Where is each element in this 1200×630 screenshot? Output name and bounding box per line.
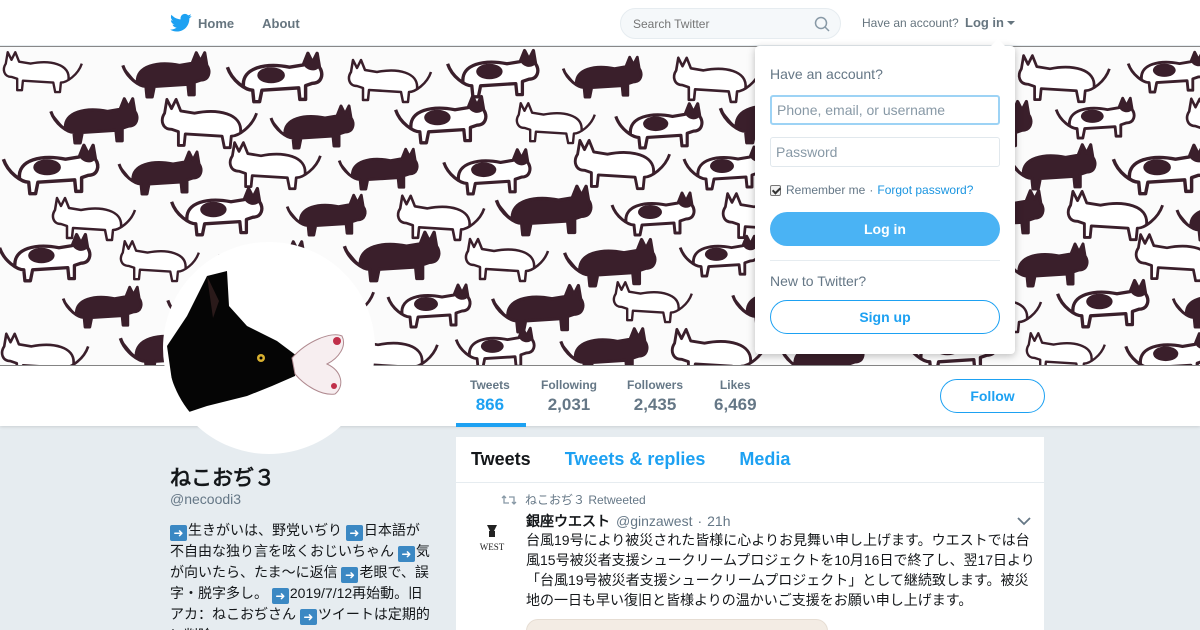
about-link[interactable]: About (262, 16, 300, 31)
stat-tweets[interactable]: Tweets 866 (470, 378, 510, 415)
remember-me-label[interactable]: Remember me (786, 183, 865, 197)
twitter-bird-icon (170, 13, 192, 32)
tab-tweets-and-replies[interactable]: Tweets & replies (565, 449, 706, 470)
login-label: Log in (965, 15, 1004, 30)
tweet-header: 銀座ウエスト @ginzawest · 21h (526, 511, 731, 531)
follow-button[interactable]: Follow (940, 379, 1045, 413)
nav-left: Home About (170, 0, 328, 46)
arrow-right-icon: ➜ (299, 609, 317, 625)
login-dropdown-toggle[interactable]: Log in (965, 15, 1015, 30)
retweet-icon (501, 494, 517, 505)
arrow-right-icon: ➜ (397, 546, 415, 562)
password-field[interactable] (770, 137, 1000, 167)
stat-label: Following (541, 378, 597, 392)
stat-followers[interactable]: Followers 2,435 (627, 378, 683, 415)
stat-value: 6,469 (714, 395, 757, 414)
signup-button[interactable]: Sign up (770, 300, 1000, 334)
tab-media[interactable]: Media (739, 449, 790, 470)
tweets-timeline: Tweets Tweets & replies Media ねこおぢ３ Retw… (456, 437, 1044, 630)
arrow-right-icon: ➜ (345, 525, 363, 541)
top-navigation-bar: Home About Have an account? Log in (0, 0, 1200, 46)
home-label: Home (198, 15, 235, 31)
arrow-right-icon: ➜ (170, 525, 187, 541)
stat-value: 866 (475, 395, 505, 414)
stat-label: Tweets (470, 378, 510, 392)
retweeted-by-text[interactable]: ねこおぢ３ Retweeted (525, 491, 646, 508)
profile-avatar[interactable] (163, 242, 375, 454)
search-icon[interactable] (814, 16, 830, 32)
retweet-context: ねこおぢ３ Retweeted (501, 491, 646, 508)
remember-me-checkbox[interactable] (770, 184, 781, 196)
search-box[interactable] (620, 8, 841, 39)
dropdown-title: Have an account? (770, 66, 883, 82)
stat-label: Followers (627, 378, 684, 392)
stat-value: 2,435 (633, 395, 677, 414)
caret-down-icon (1007, 20, 1015, 25)
login-button[interactable]: Log in (770, 212, 1000, 246)
black-cat-avatar-image (167, 246, 371, 450)
tweet-media-preview[interactable] (526, 619, 828, 630)
forgot-password-link[interactable]: Forgot password? (877, 183, 973, 197)
stat-likes[interactable]: Likes 6,469 (714, 378, 757, 415)
profile-name: ねこおぢ３ (170, 467, 275, 490)
home-link[interactable]: Home (170, 13, 234, 33)
search-input[interactable] (621, 9, 801, 38)
tweet-timestamp[interactable]: 21h (707, 513, 730, 529)
timeline-tabs: Tweets Tweets & replies Media (456, 437, 1044, 483)
bio-segment: 生きがいは、野党いぢり (188, 522, 342, 538)
profile-handle[interactable]: @necoodi3 (170, 491, 241, 507)
username-field[interactable] (770, 95, 1000, 125)
separator-dot: · (869, 183, 874, 197)
stat-value: 2,031 (547, 395, 591, 414)
tab-tweets[interactable]: Tweets (471, 449, 531, 470)
stat-following[interactable]: Following 2,031 (541, 378, 597, 415)
arrow-right-icon: ➜ (271, 588, 289, 604)
ginzawest-avatar-text: WEST (480, 542, 505, 552)
remember-me-row: Remember me · Forgot password? (770, 183, 973, 197)
divider (770, 260, 1000, 261)
have-account-text: Have an account? (862, 16, 959, 30)
ginzawest-avatar[interactable]: WEST (472, 519, 512, 559)
tweet-author-handle[interactable]: @ginzawest (616, 513, 692, 529)
profile-bio: ➜ 生きがいは、野党いぢり ➜ 日本語が不自由な独り言を呟くおじいちゃん ➜ 気が向い… (170, 520, 432, 630)
active-tab-underline (456, 423, 526, 427)
login-dropdown: Have an account? Remember me · Forgot pa… (755, 39, 1015, 354)
new-to-twitter-text: New to Twitter? (770, 273, 867, 289)
stat-label: Likes (719, 378, 751, 392)
arrow-right-icon: ➜ (341, 567, 359, 583)
tweet-text: 台風19号により被災された皆様に心よりお見舞い申し上げます。ウエストでは台風15… (526, 532, 1035, 608)
chevron-down-icon[interactable] (1017, 516, 1031, 526)
separator-dot: · (697, 513, 703, 529)
tweet-author-name[interactable]: 銀座ウエスト (526, 511, 610, 531)
